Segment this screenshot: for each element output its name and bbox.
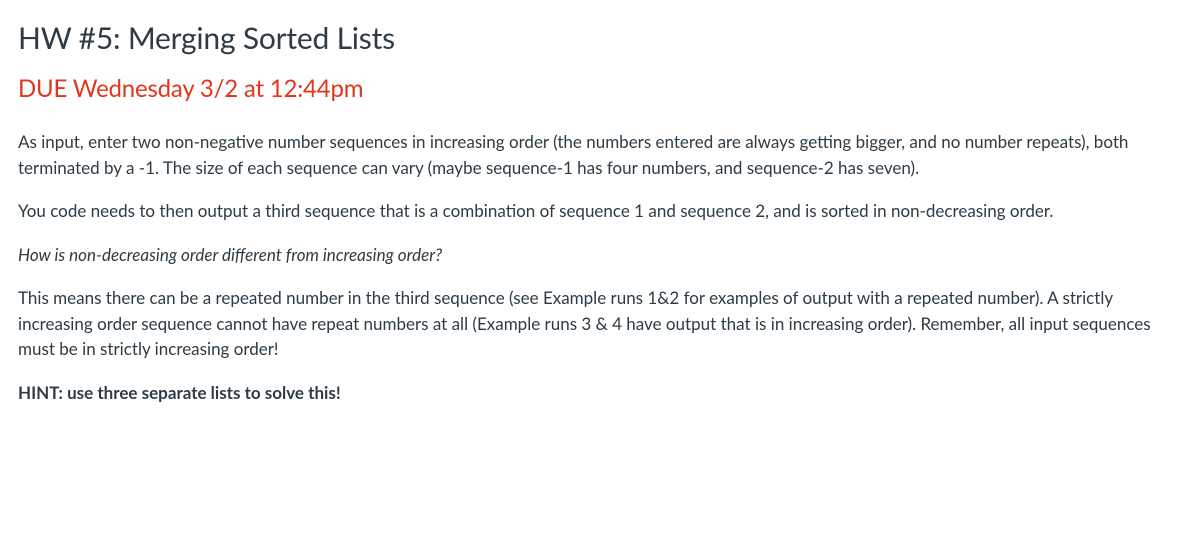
hint-text: HINT: use three separate lists to solve … [18,380,1182,406]
due-date: DUE Wednesday 3/2 at 12:44pm [18,71,1182,107]
instructions-paragraph-1: As input, enter two non-negative number … [18,129,1182,180]
rhetorical-question: How is non-decreasing order different fr… [18,242,1182,268]
instructions-paragraph-2: You code needs to then output a third se… [18,198,1182,224]
assignment-title: HW #5: Merging Sorted Lists [18,16,1182,61]
explanation-paragraph: This means there can be a repeated numbe… [18,285,1182,362]
